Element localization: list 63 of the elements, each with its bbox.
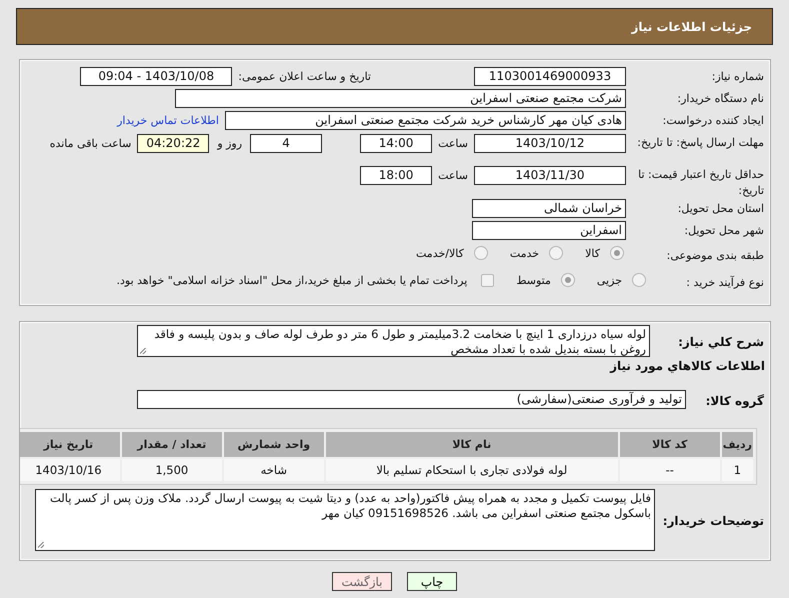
field-label: ساعت xyxy=(438,137,468,150)
field-label: استان محل تحویل: xyxy=(676,201,765,217)
field-label: حداقل تاریخ اعتبار قیمت: تا تاریخ: xyxy=(637,167,765,199)
description-box[interactable]: لوله سیاه درزداری 1 اینچ با ضخامت 3.2میلیمتر و طول 6 متر دو طرف لوله صاف و بدون پلیسه و فاقد روغن با بسته بندیل شده با تعداد مشخص xyxy=(137,325,650,357)
field-label: ایجاد کننده درخواست: xyxy=(662,113,765,129)
field-label: گروه کالا: xyxy=(704,392,765,408)
input-field[interactable]: 18:00 xyxy=(360,166,432,185)
section-heading: اطلاعات کالاهاي مورد نیاز xyxy=(608,359,766,375)
option-label: کالا xyxy=(585,246,600,260)
radio-button[interactable] xyxy=(560,273,575,287)
contact-link[interactable]: اطلاعات تماس خریدار xyxy=(117,114,219,127)
option-label: خدمت xyxy=(510,246,540,260)
column-header: ردیف xyxy=(722,432,753,457)
table-cell: شاخه xyxy=(224,459,324,481)
radio-button[interactable] xyxy=(474,246,488,260)
column-header: تعداد / مقدار xyxy=(122,432,222,457)
page-title: جزئیات اطلاعات نیاز xyxy=(631,20,752,34)
resize-grip-icon xyxy=(38,542,44,548)
option-label: جزیی xyxy=(596,274,622,286)
input-field[interactable]: هادی کیان مهر کارشناس خرید شرکت مجتمع صنعتی اسفراین xyxy=(225,111,626,130)
option-label: پرداخت تمام یا بخشی از مبلغ خرید،از محل "اسناد خزانه اسلامی" خواهد بود. xyxy=(116,274,468,286)
checkbox[interactable] xyxy=(481,274,494,286)
field-label: طبقه بندی موضوعی: xyxy=(666,248,765,264)
table-cell: 1 xyxy=(722,459,753,481)
field-label: شماره نیاز: xyxy=(710,69,765,85)
column-header: نام کالا xyxy=(326,432,618,457)
field-label: ساعت xyxy=(438,169,468,182)
input-field[interactable]: 1103001469000933 xyxy=(474,67,626,86)
table-cell: 1,500 xyxy=(122,459,222,481)
back-button[interactable]: بازگشت xyxy=(332,572,392,591)
input-field[interactable]: 14:00 xyxy=(360,134,432,153)
field-label: شرح کلي نیاز: xyxy=(677,334,765,350)
column-header: واحد شمارش xyxy=(224,432,324,457)
input-field[interactable]: 1403/10/08 - 09:04 xyxy=(80,67,232,86)
table-cell: لوله فولادی تجاری با استحکام تسلیم بالا xyxy=(326,459,618,481)
input-field[interactable]: 1403/11/30 xyxy=(474,166,626,185)
input-field[interactable]: خراسان شمالی xyxy=(472,199,626,218)
field-label: ساعت باقی مانده xyxy=(50,137,132,150)
print-button[interactable]: چاپ xyxy=(407,572,457,591)
radio-button[interactable] xyxy=(610,246,624,260)
field-label: روز و xyxy=(217,137,242,150)
column-header: تاریخ نیاز xyxy=(20,432,120,457)
input-field[interactable]: تولید و فرآوری صنعتی(سفارشی) xyxy=(137,390,686,409)
field-label: تاریخ و ساعت اعلان عمومی: xyxy=(238,70,371,83)
notes-box[interactable]: فایل پیوست تکمیل و مجدد به همراه پیش فاکتور(واحد به عدد) و دیتا شیت به پیوست ارسال گردد. ملاک وزن پس از کسر پالت باسکول مجتمع صنعتی اسفراین می باشد. 09151698526 کیان مهر xyxy=(35,489,655,551)
radio-button[interactable] xyxy=(549,246,564,260)
field-label: شهر محل تحویل: xyxy=(683,223,765,239)
input-field[interactable]: 1403/10/12 xyxy=(474,134,626,153)
option-label: متوسط xyxy=(516,274,551,286)
resize-grip-icon xyxy=(140,348,146,354)
input-field[interactable]: 4 xyxy=(250,134,322,153)
field-label: نوع فرآیند خرید : xyxy=(685,274,765,291)
input-field[interactable]: شرکت مجتمع صنعتی اسفراین xyxy=(175,89,626,108)
field-label: نام دستگاه خریدار: xyxy=(676,91,765,107)
column-header: کد کالا xyxy=(620,432,720,457)
countdown-field: 04:20:22 xyxy=(137,134,210,153)
option-label: کالا/خدمت xyxy=(416,246,464,260)
field-label: توضیحات خریدار: xyxy=(662,513,765,529)
table-cell: -- xyxy=(620,459,720,481)
input-field[interactable]: اسفراین xyxy=(472,221,626,240)
table-cell: 1403/10/16 xyxy=(20,459,120,481)
radio-button[interactable] xyxy=(632,273,646,287)
field-label: مهلت ارسال پاسخ: تا تاریخ: xyxy=(636,135,765,151)
